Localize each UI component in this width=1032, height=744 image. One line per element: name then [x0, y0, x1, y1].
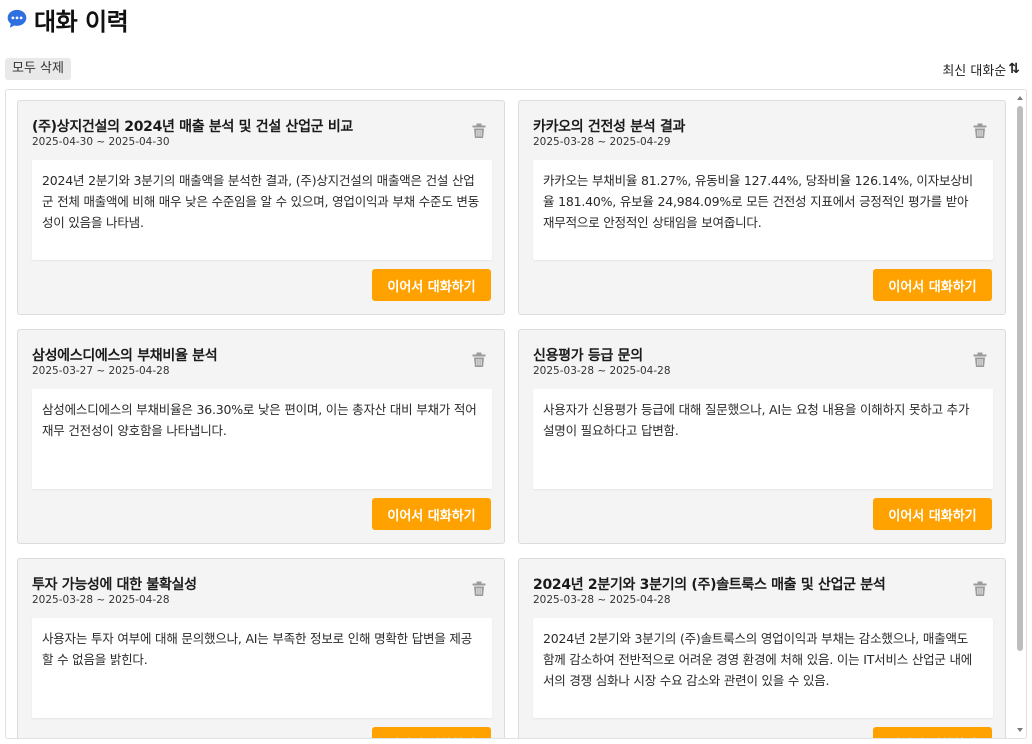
card-summary: 2024년 2분기와 3분기의 매출액을 분석한 결과, (주)상지건설의 매출…	[32, 160, 492, 260]
card-summary: 삼성에스디에스의 부채비율은 36.30%로 낮은 편이며, 이는 총자산 대비…	[32, 389, 492, 489]
scrollbar[interactable]	[1016, 94, 1024, 734]
card-title: 2024년 2분기와 3분기의 (주)솔트룩스 매출 및 산업군 분석	[533, 577, 886, 593]
trash-icon[interactable]	[472, 352, 486, 368]
card-title: (주)상지건설의 2024년 매출 분석 및 건설 산업군 비교	[32, 119, 353, 135]
sort-toggle[interactable]: 최신 대화순 ⇅	[942, 58, 1020, 80]
conversation-card: 신용평가 등급 문의 2025-03-28 ~ 2025-04-28 사용자가 …	[518, 329, 1006, 544]
card-summary: 사용자는 투자 여부에 대해 문의했으나, AI는 부족한 정보로 인해 명확한…	[32, 618, 492, 718]
conversation-list: (주)상지건설의 2024년 매출 분석 및 건설 산업군 비교 2025-04…	[5, 89, 1027, 739]
card-date-range: 2025-03-28 ~ 2025-04-28	[533, 594, 671, 606]
conversation-card: 카카오의 건전성 분석 결과 2025-03-28 ~ 2025-04-29 카…	[518, 100, 1006, 315]
card-summary: 카카오는 부채비율 81.27%, 유동비율 127.44%, 당좌비율 126…	[533, 160, 993, 260]
scroll-up-arrow-icon[interactable]	[1016, 94, 1024, 102]
trash-icon[interactable]	[472, 581, 486, 597]
card-summary: 사용자가 신용평가 등급에 대해 질문했으나, AI는 요청 내용을 이해하지 …	[533, 389, 993, 489]
continue-chat-button[interactable]: 이어서 대화하기	[873, 727, 992, 738]
card-title: 삼성에스디에스의 부채비율 분석	[32, 348, 218, 364]
card-summary: 2024년 2분기와 3분기의 (주)솔트룩스의 영업이익과 부채는 감소했으나…	[533, 618, 993, 718]
conversation-card: 2024년 2분기와 3분기의 (주)솔트룩스 매출 및 산업군 분석 2025…	[518, 558, 1006, 738]
conversation-card: (주)상지건설의 2024년 매출 분석 및 건설 산업군 비교 2025-04…	[17, 100, 505, 315]
trash-icon[interactable]	[472, 123, 486, 139]
card-title: 신용평가 등급 문의	[533, 348, 643, 364]
page-title: 대화 이력	[34, 7, 129, 36]
sort-label: 최신 대화순	[942, 63, 1007, 79]
conversation-card: 삼성에스디에스의 부채비율 분석 2025-03-27 ~ 2025-04-28…	[17, 329, 505, 544]
page-header: 대화 이력	[6, 4, 129, 36]
scroll-down-arrow-icon[interactable]	[1016, 726, 1024, 734]
trash-icon[interactable]	[973, 581, 987, 597]
trash-icon[interactable]	[973, 123, 987, 139]
card-title: 카카오의 건전성 분석 결과	[533, 119, 686, 135]
chat-bubble-icon	[7, 9, 27, 28]
card-date-range: 2025-03-28 ~ 2025-04-29	[533, 136, 671, 148]
conversation-card: 투자 가능성에 대한 불확실성 2025-03-28 ~ 2025-04-28 …	[17, 558, 505, 738]
conversation-scroll-area: (주)상지건설의 2024년 매출 분석 및 건설 산업군 비교 2025-04…	[6, 90, 1012, 738]
card-date-range: 2025-03-28 ~ 2025-04-28	[533, 365, 671, 377]
sort-arrows-icon: ⇅	[1008, 61, 1020, 77]
card-date-range: 2025-04-30 ~ 2025-04-30	[32, 136, 170, 148]
continue-chat-button[interactable]: 이어서 대화하기	[372, 269, 491, 301]
continue-chat-button[interactable]: 이어서 대화하기	[873, 269, 992, 301]
continue-chat-button[interactable]: 이어서 대화하기	[372, 727, 491, 738]
clear-all-button[interactable]: 모두 삭제	[5, 58, 71, 80]
card-date-range: 2025-03-28 ~ 2025-04-28	[32, 594, 170, 606]
trash-icon[interactable]	[973, 352, 987, 368]
scrollbar-thumb[interactable]	[1017, 106, 1023, 651]
card-date-range: 2025-03-27 ~ 2025-04-28	[32, 365, 170, 377]
continue-chat-button[interactable]: 이어서 대화하기	[372, 498, 491, 530]
continue-chat-button[interactable]: 이어서 대화하기	[873, 498, 992, 530]
card-title: 투자 가능성에 대한 불확실성	[32, 577, 197, 593]
